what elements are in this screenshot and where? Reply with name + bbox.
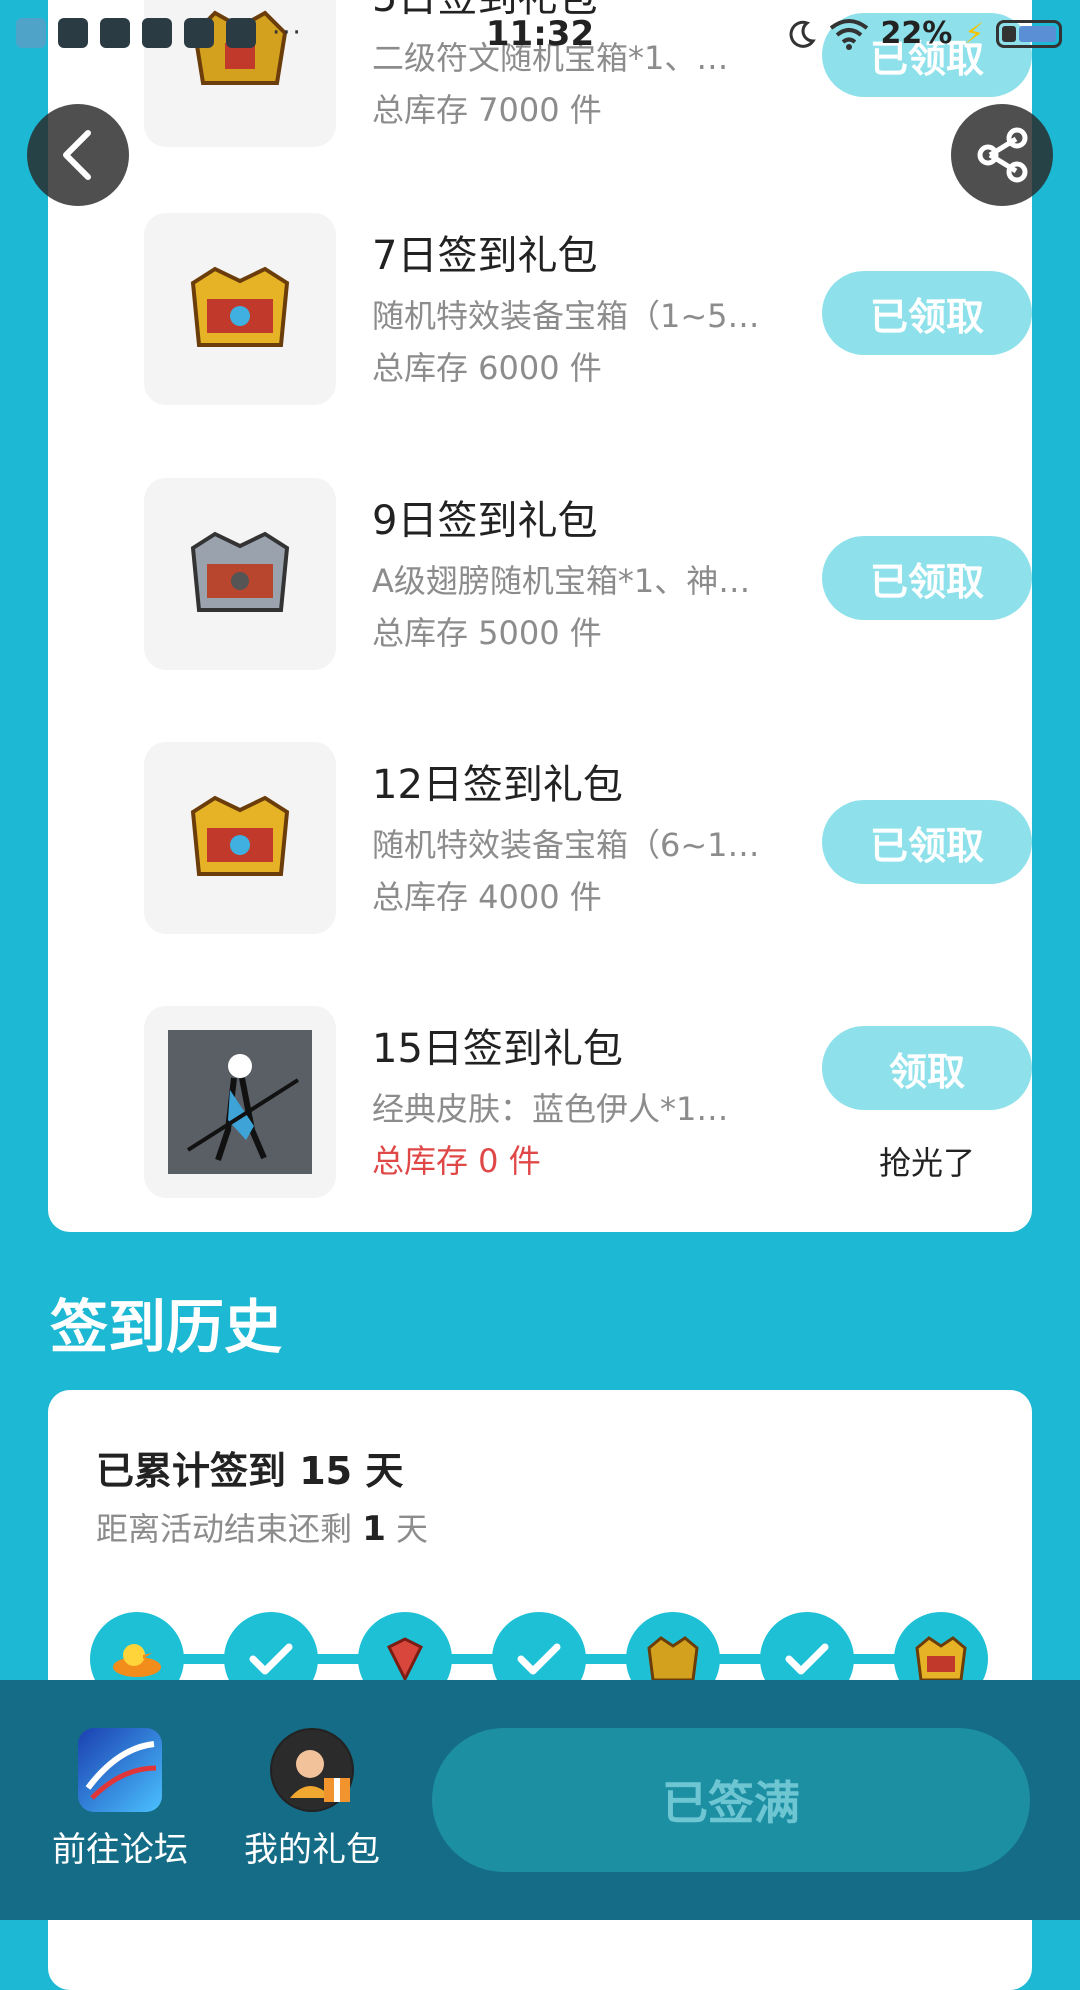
gift-description: 经典皮肤：蓝色伊人*1… — [372, 1090, 729, 1128]
check-icon — [785, 1643, 829, 1675]
gift-row: 7日签到礼包 随机特效装备宝箱（1~5… 总库存 6000 件 已领取 — [96, 213, 1032, 408]
my-gifts-link[interactable]: 我的礼包 — [222, 1728, 402, 1871]
my-gifts-avatar-icon — [270, 1728, 354, 1812]
charging-icon: ⚡ — [964, 17, 984, 50]
system-icons: 22% ⚡ — [787, 16, 1062, 51]
check-icon — [517, 1643, 561, 1675]
battery-icon — [996, 19, 1062, 48]
gift-stock: 总库存 0 件 — [372, 1142, 541, 1180]
forum-label: 前往论坛 — [52, 1830, 188, 1870]
gift-description: 随机特效装备宝箱（6~1… — [372, 826, 760, 864]
gift-description: A级翅膀随机宝箱*1、神… — [372, 562, 751, 600]
share-button[interactable] — [951, 104, 1053, 206]
gift-row: 15日签到礼包 经典皮肤：蓝色伊人*1… 总库存 0 件 领取 抢光了 — [96, 1006, 1032, 1201]
gift-title: 7日签到礼包 — [372, 233, 598, 279]
back-button[interactable] — [27, 104, 129, 206]
gem-icon — [386, 1637, 424, 1681]
total-days: 15 — [299, 1449, 353, 1493]
remaining-days: 1 — [362, 1509, 386, 1549]
claimed-button[interactable]: 已领取 — [822, 271, 1032, 355]
skin-portrait-icon — [144, 1006, 336, 1198]
forum-game-icon — [78, 1728, 162, 1812]
bottom-action-bar: 前往论坛 我的礼包 已签满 — [0, 1680, 1080, 1920]
gift-title: 9日签到礼包 — [372, 498, 598, 544]
gift-title: 12日签到礼包 — [372, 762, 623, 808]
wifi-icon — [829, 18, 868, 50]
red-gold-chest-icon — [144, 213, 336, 405]
check-icon — [249, 1643, 293, 1675]
duck-icon — [113, 1644, 161, 1677]
chevron-left-icon — [63, 130, 91, 180]
gift-list-card: 5日签到礼包 二级符文随机宝箱*1、… 总库存 7000 件 已领取 7日签到礼… — [48, 0, 1032, 1232]
chest-icon — [915, 1636, 967, 1682]
claimed-button[interactable]: 已领取 — [822, 800, 1032, 884]
history-section-title: 签到历史 — [50, 1293, 283, 1361]
gift-row: 12日签到礼包 随机特效装备宝箱（6~1… 总库存 4000 件 已领取 — [96, 742, 1032, 937]
signin-full-button[interactable]: 已签满 — [432, 1728, 1030, 1872]
battery-percent: 22% — [880, 16, 953, 51]
remaining-days-text: 距离活动结束还剩 1 天 — [96, 1509, 429, 1549]
status-bar: ··· 11:32 22% ⚡ — [0, 0, 1080, 74]
gift-stock: 总库存 4000 件 — [372, 878, 602, 916]
gift-title: 15日签到礼包 — [372, 1026, 623, 1072]
gift-stock: 总库存 6000 件 — [372, 349, 602, 387]
share-icon — [977, 127, 1028, 183]
claimed-button[interactable]: 已领取 — [822, 536, 1032, 620]
claim-button[interactable]: 领取 — [822, 1026, 1032, 1110]
gift-stock: 总库存 7000 件 — [372, 91, 602, 129]
moon-icon — [789, 20, 816, 48]
silver-chest-icon — [144, 478, 336, 670]
chest-icon — [647, 1636, 699, 1682]
gift-stock: 总库存 5000 件 — [372, 614, 602, 652]
gift-description: 随机特效装备宝箱（1~5… — [372, 297, 760, 335]
gift-row: 9日签到礼包 A级翅膀随机宝箱*1、神… 总库存 5000 件 已领取 — [96, 478, 1032, 673]
sold-out-label: 抢光了 — [878, 1144, 975, 1182]
red-gold-chest-icon — [144, 742, 336, 934]
total-signin-text: 已累计签到 15 天 — [96, 1449, 404, 1493]
forum-link[interactable]: 前往论坛 — [30, 1728, 210, 1871]
my-gifts-label: 我的礼包 — [244, 1830, 380, 1870]
